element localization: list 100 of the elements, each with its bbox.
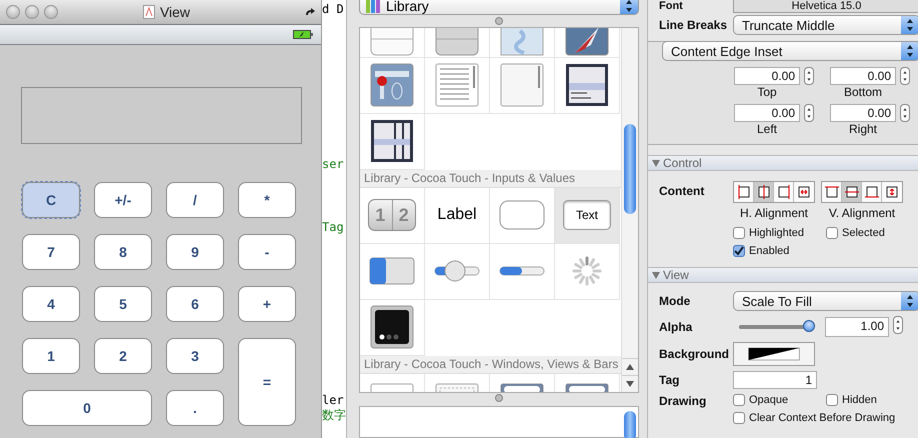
popup-text: Scale To Fill — [741, 294, 813, 308]
calculator-key[interactable]: 1 — [22, 338, 80, 374]
disclosure-triangle-icon[interactable] — [652, 272, 660, 278]
checkbox[interactable]: Clear Context Before Drawing — [733, 412, 896, 424]
popup-text: Library — [386, 0, 429, 14]
checkmark-icon — [734, 246, 744, 256]
calculator-key[interactable]: = — [238, 338, 296, 426]
calculator-key[interactable]: * — [238, 182, 296, 218]
library-item[interactable] — [360, 300, 425, 356]
resize-handle[interactable] — [495, 394, 503, 402]
number-field[interactable]: 1.00 — [825, 316, 889, 336]
section-header[interactable]: Control — [648, 155, 918, 171]
field-label: Tag — [659, 373, 680, 387]
text-field-sample: Text — [563, 200, 611, 230]
alignment-label: V. Alignment — [828, 206, 896, 220]
code-text: ler — [322, 393, 345, 407]
number-field[interactable]: 0.00 — [830, 67, 896, 85]
library-item[interactable]: Text — [555, 188, 620, 244]
calculator-key[interactable]: 0 — [22, 390, 152, 426]
checkbox[interactable]: Selected — [826, 227, 918, 239]
popup-arrows-icon[interactable] — [901, 42, 918, 60]
line-breaks-popup[interactable]: Truncate Middle — [733, 15, 918, 35]
calculator-key[interactable]: +/- — [94, 182, 152, 218]
calculator-key[interactable]: 5 — [94, 286, 152, 322]
calculator-key[interactable]: 2 — [94, 338, 152, 374]
alignment-option[interactable] — [842, 182, 862, 202]
checkbox[interactable]: Hidden — [826, 394, 896, 406]
checkbox[interactable]: Highlighted — [733, 227, 826, 239]
scroll-down-icon[interactable] — [626, 380, 634, 387]
stepper[interactable] — [804, 104, 814, 122]
label-sample: Label — [437, 206, 477, 224]
rotate-arrow-icon[interactable] — [305, 8, 315, 16]
popup-arrows-icon[interactable] — [620, 0, 638, 14]
popup-arrows-icon[interactable] — [901, 292, 918, 310]
slider-icon — [434, 259, 480, 284]
popup-text: Truncate Middle — [741, 18, 836, 32]
alignment-icon — [864, 184, 880, 200]
calculator-key[interactable]: 4 — [22, 286, 80, 322]
number-field[interactable]: 0.00 — [734, 67, 800, 85]
date-picker-icon — [370, 119, 414, 164]
section-header: Library - Cocoa Touch - Windows, Views & Bars — [360, 356, 621, 374]
picker-icon — [565, 63, 609, 108]
calculator-key[interactable]: 7 — [22, 234, 80, 270]
calculator-key[interactable]: . — [166, 390, 224, 426]
checkbox[interactable]: Opaque — [733, 394, 826, 406]
number-field[interactable]: 0.00 — [830, 104, 896, 122]
page-control-icon — [370, 305, 414, 350]
progress-icon — [499, 265, 545, 278]
number-field[interactable]: 0.00 — [734, 104, 800, 122]
alignment-icon — [776, 184, 792, 200]
code-text: 数字 — [322, 407, 346, 424]
stepper[interactable] — [900, 104, 910, 122]
scrollbar-thumb[interactable] — [624, 411, 636, 438]
scrollbar-thumb[interactable] — [624, 124, 636, 214]
resize-handle[interactable] — [495, 16, 503, 25]
calculator-key[interactable]: - — [238, 234, 296, 270]
segmented-control-sample: 1 2 — [368, 199, 416, 232]
checkbox[interactable]: Enabled — [733, 245, 826, 257]
battery-icon — [293, 30, 313, 39]
disclosure-triangle-icon[interactable] — [652, 160, 660, 166]
field-label: Mode — [659, 294, 692, 308]
library-item[interactable] — [360, 114, 425, 170]
stepper[interactable] — [900, 67, 910, 85]
edge-inset-popup[interactable]: Content Edge Inset — [662, 41, 918, 61]
text-view-icon — [435, 63, 479, 108]
compass-icon — [565, 28, 609, 57]
color-well[interactable] — [733, 342, 815, 366]
pin-view-icon — [370, 63, 414, 108]
calculator-key[interactable]: + — [238, 286, 296, 322]
alignment-icon — [844, 184, 860, 200]
calculator-key[interactable]: 8 — [94, 234, 152, 270]
mode-popup[interactable]: Scale To Fill — [733, 291, 918, 311]
library-popup[interactable]: Library — [359, 0, 639, 16]
stepper[interactable] — [804, 67, 814, 85]
calculator-key[interactable]: 9 — [166, 234, 224, 270]
stepper[interactable] — [893, 316, 903, 334]
calculator-key[interactable]: 6 — [166, 286, 224, 322]
calculator-key[interactable]: / — [166, 182, 224, 218]
code-text: Tag — [322, 220, 345, 234]
field-label: Top — [756, 85, 778, 99]
alignment-option[interactable] — [754, 182, 774, 202]
field-label: Alpha — [659, 320, 694, 334]
code-text: ser — [322, 157, 345, 171]
field-label: Background — [659, 347, 730, 361]
alignment-option[interactable] — [862, 182, 882, 202]
calculator-key[interactable]: C — [22, 182, 80, 218]
popup-arrows-icon[interactable] — [901, 16, 918, 34]
field-label: Font — [659, 0, 684, 12]
calculator-key[interactable]: 3 — [166, 338, 224, 374]
alignment-icon — [824, 184, 840, 200]
number-field[interactable]: 1 — [733, 371, 817, 389]
section-header[interactable]: View — [648, 267, 918, 283]
alignment-option[interactable] — [822, 182, 842, 202]
scroll-up-icon[interactable] — [626, 364, 634, 370]
library-item[interactable]: Label — [425, 188, 490, 244]
field-label: Line Breaks — [659, 18, 728, 32]
field-label: Drawing — [659, 394, 708, 408]
alignment-label: H. Alignment — [740, 206, 808, 220]
library-item[interactable] — [555, 58, 620, 114]
font-field[interactable]: Helvetica 15.0 — [733, 0, 918, 13]
